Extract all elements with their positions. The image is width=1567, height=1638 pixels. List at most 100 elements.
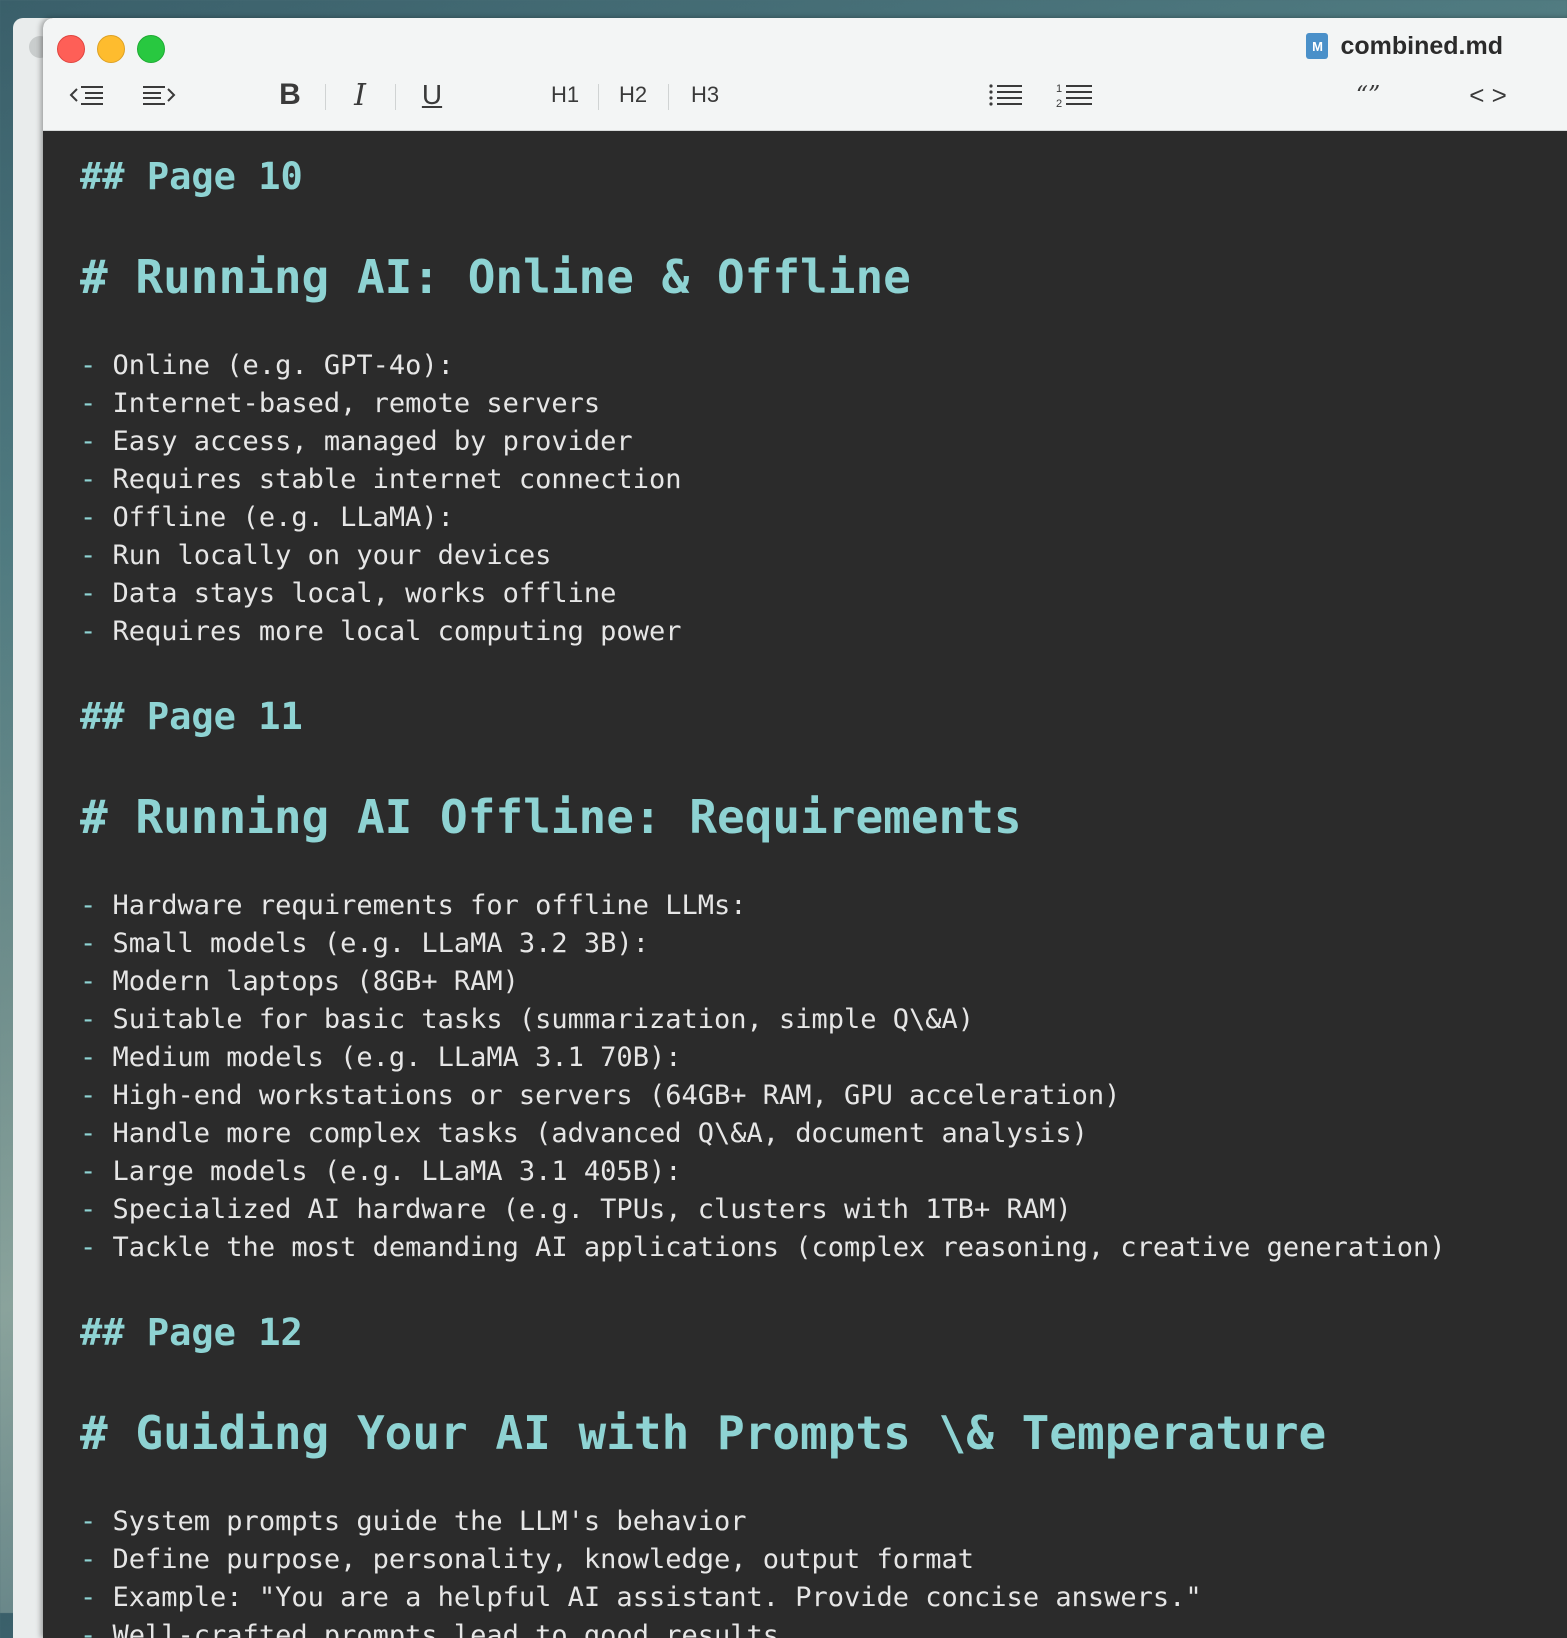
list-marker: - xyxy=(80,1544,113,1575)
list-item: - High-end workstations or servers (64GB… xyxy=(80,1077,1567,1115)
zoom-button[interactable] xyxy=(137,35,165,63)
list-item-text: Specialized AI hardware (e.g. TPUs, clus… xyxy=(112,1194,1072,1225)
bullet-list: - Hardware requirements for offline LLMs… xyxy=(80,887,1567,1267)
list-item-text: Online (e.g. GPT-4o): xyxy=(112,350,454,381)
list-marker: - xyxy=(80,1156,113,1187)
list-item-text: High-end workstations or servers (64GB+ … xyxy=(112,1080,1121,1111)
section-title: # Guiding Your AI with Prompts \& Temper… xyxy=(80,1406,1327,1460)
list-item: - Specialized AI hardware (e.g. TPUs, cl… xyxy=(80,1191,1567,1229)
section-title: # Running AI: Online & Offline xyxy=(80,250,911,304)
bullet-list-button[interactable] xyxy=(986,78,1026,112)
list-item-text: System prompts guide the LLM's behavior xyxy=(112,1506,747,1537)
editor-window: M combined.md B I U H1 H2 H3 1 2 “” < > … xyxy=(43,18,1567,1638)
list-item: - Define purpose, personality, knowledge… xyxy=(80,1541,1567,1579)
list-item-text: Handle more complex tasks (advanced Q\&A… xyxy=(112,1118,1088,1149)
indent-button[interactable] xyxy=(139,78,179,112)
toolbar-separator xyxy=(325,84,326,110)
italic-button[interactable]: I xyxy=(343,78,377,113)
indent-icon xyxy=(143,86,176,105)
list-item-text: Run locally on your devices xyxy=(112,540,552,571)
outdent-button[interactable] xyxy=(67,78,107,112)
list-item: - Well-crafted prompts lead to good resu… xyxy=(80,1617,1567,1638)
list-item-text: Internet-based, remote servers xyxy=(112,388,601,419)
list-item-text: Suitable for basic tasks (summarization,… xyxy=(112,1004,975,1035)
markdown-editor[interactable]: ## Page 10 # Running AI: Online & Offlin… xyxy=(43,131,1567,1638)
list-marker: - xyxy=(80,350,113,381)
list-item: - Tackle the most demanding AI applicati… xyxy=(80,1229,1567,1267)
list-item-text: Easy access, managed by provider xyxy=(112,426,633,457)
list-marker: - xyxy=(80,1232,113,1263)
section-title: # Running AI Offline: Requirements xyxy=(80,790,1022,844)
list-item: - Requires more local computing power xyxy=(80,613,1567,651)
list-item-text: Well-crafted prompts lead to good result… xyxy=(112,1620,779,1638)
bold-button[interactable]: B xyxy=(273,78,307,112)
list-item: - Small models (e.g. LLaMA 3.2 3B): xyxy=(80,925,1567,963)
document-title: M combined.md xyxy=(1306,30,1503,62)
list-marker: - xyxy=(80,426,113,457)
bullet-list: - Online (e.g. GPT-4o): - Internet-based,… xyxy=(80,347,1567,651)
list-marker: - xyxy=(80,1004,113,1035)
list-marker: - xyxy=(80,890,113,921)
list-marker: - xyxy=(80,1582,113,1613)
list-item-text: Requires more local computing power xyxy=(112,616,682,647)
list-marker: - xyxy=(80,1080,113,1111)
list-item: - Handle more complex tasks (advanced Q\… xyxy=(80,1115,1567,1153)
list-item-text: Offline (e.g. LLaMA): xyxy=(112,502,454,533)
heading1-button[interactable]: H1 xyxy=(545,78,585,112)
code-button[interactable]: < > xyxy=(1463,78,1513,112)
list-item-text: Data stays local, works offline xyxy=(112,578,617,609)
list-item-text: Example: "You are a helpful AI assistant… xyxy=(112,1582,1202,1613)
list-marker: - xyxy=(80,578,113,609)
list-item: - Run locally on your devices xyxy=(80,537,1567,575)
list-marker: - xyxy=(80,966,113,997)
title-bar: M combined.md B I U H1 H2 H3 1 2 “” < > xyxy=(43,18,1567,131)
list-item-text: Hardware requirements for offline LLMs: xyxy=(112,890,747,921)
page-heading: ## Page 10 xyxy=(80,155,303,198)
list-item-text: Modern laptops (8GB+ RAM) xyxy=(112,966,519,997)
list-item: - Requires stable internet connection xyxy=(80,461,1567,499)
svg-text:1: 1 xyxy=(1056,83,1062,95)
close-button[interactable] xyxy=(57,35,85,63)
minimize-button[interactable] xyxy=(97,35,125,63)
list-marker: - xyxy=(80,1042,113,1073)
list-marker: - xyxy=(80,1194,113,1225)
bullet-list: - System prompts guide the LLM's behavio… xyxy=(80,1503,1567,1638)
list-item-text: Small models (e.g. LLaMA 3.2 3B): xyxy=(112,928,649,959)
list-item: - Data stays local, works offline xyxy=(80,575,1567,613)
svg-text:2: 2 xyxy=(1056,98,1062,109)
quote-button[interactable]: “” xyxy=(1343,78,1393,112)
list-item: - Example: "You are a helpful AI assista… xyxy=(80,1579,1567,1617)
file-name: combined.md xyxy=(1340,31,1503,60)
list-item-text: Tackle the most demanding AI application… xyxy=(112,1232,1446,1263)
list-item: - Easy access, managed by provider xyxy=(80,423,1567,461)
page-heading: ## Page 11 xyxy=(80,695,303,738)
list-item: - Medium models (e.g. LLaMA 3.1 70B): xyxy=(80,1039,1567,1077)
toolbar-separator xyxy=(395,84,396,110)
list-item: - Offline (e.g. LLaMA): xyxy=(80,499,1567,537)
list-marker: - xyxy=(80,388,113,419)
heading2-button[interactable]: H2 xyxy=(613,78,653,112)
numbered-list-icon: 1 2 xyxy=(1056,83,1092,109)
numbered-list-button[interactable]: 1 2 xyxy=(1055,78,1095,112)
list-item-text: Requires stable internet connection xyxy=(112,464,682,495)
heading3-button[interactable]: H3 xyxy=(685,78,725,112)
markdown-file-icon: M xyxy=(1306,33,1329,59)
list-item: - Hardware requirements for offline LLMs… xyxy=(80,887,1567,925)
list-marker: - xyxy=(80,1118,113,1149)
list-item-text: Medium models (e.g. LLaMA 3.1 70B): xyxy=(112,1042,682,1073)
list-marker: - xyxy=(80,540,113,571)
list-item: - Online (e.g. GPT-4o): xyxy=(80,347,1567,385)
list-item: - Large models (e.g. LLaMA 3.1 405B): xyxy=(80,1153,1567,1191)
toolbar-separator xyxy=(598,84,599,110)
page-heading: ## Page 12 xyxy=(80,1311,303,1354)
list-item-text: Define purpose, personality, knowledge, … xyxy=(112,1544,975,1575)
list-marker: - xyxy=(80,464,113,495)
bullet-list-icon xyxy=(989,84,1022,106)
list-marker: - xyxy=(80,1620,113,1638)
list-item: - System prompts guide the LLM's behavio… xyxy=(80,1503,1567,1541)
list-marker: - xyxy=(80,502,113,533)
outdent-icon xyxy=(69,86,103,105)
underline-button[interactable]: U xyxy=(415,78,449,112)
list-marker: - xyxy=(80,1506,113,1537)
list-item: - Internet-based, remote servers xyxy=(80,385,1567,423)
